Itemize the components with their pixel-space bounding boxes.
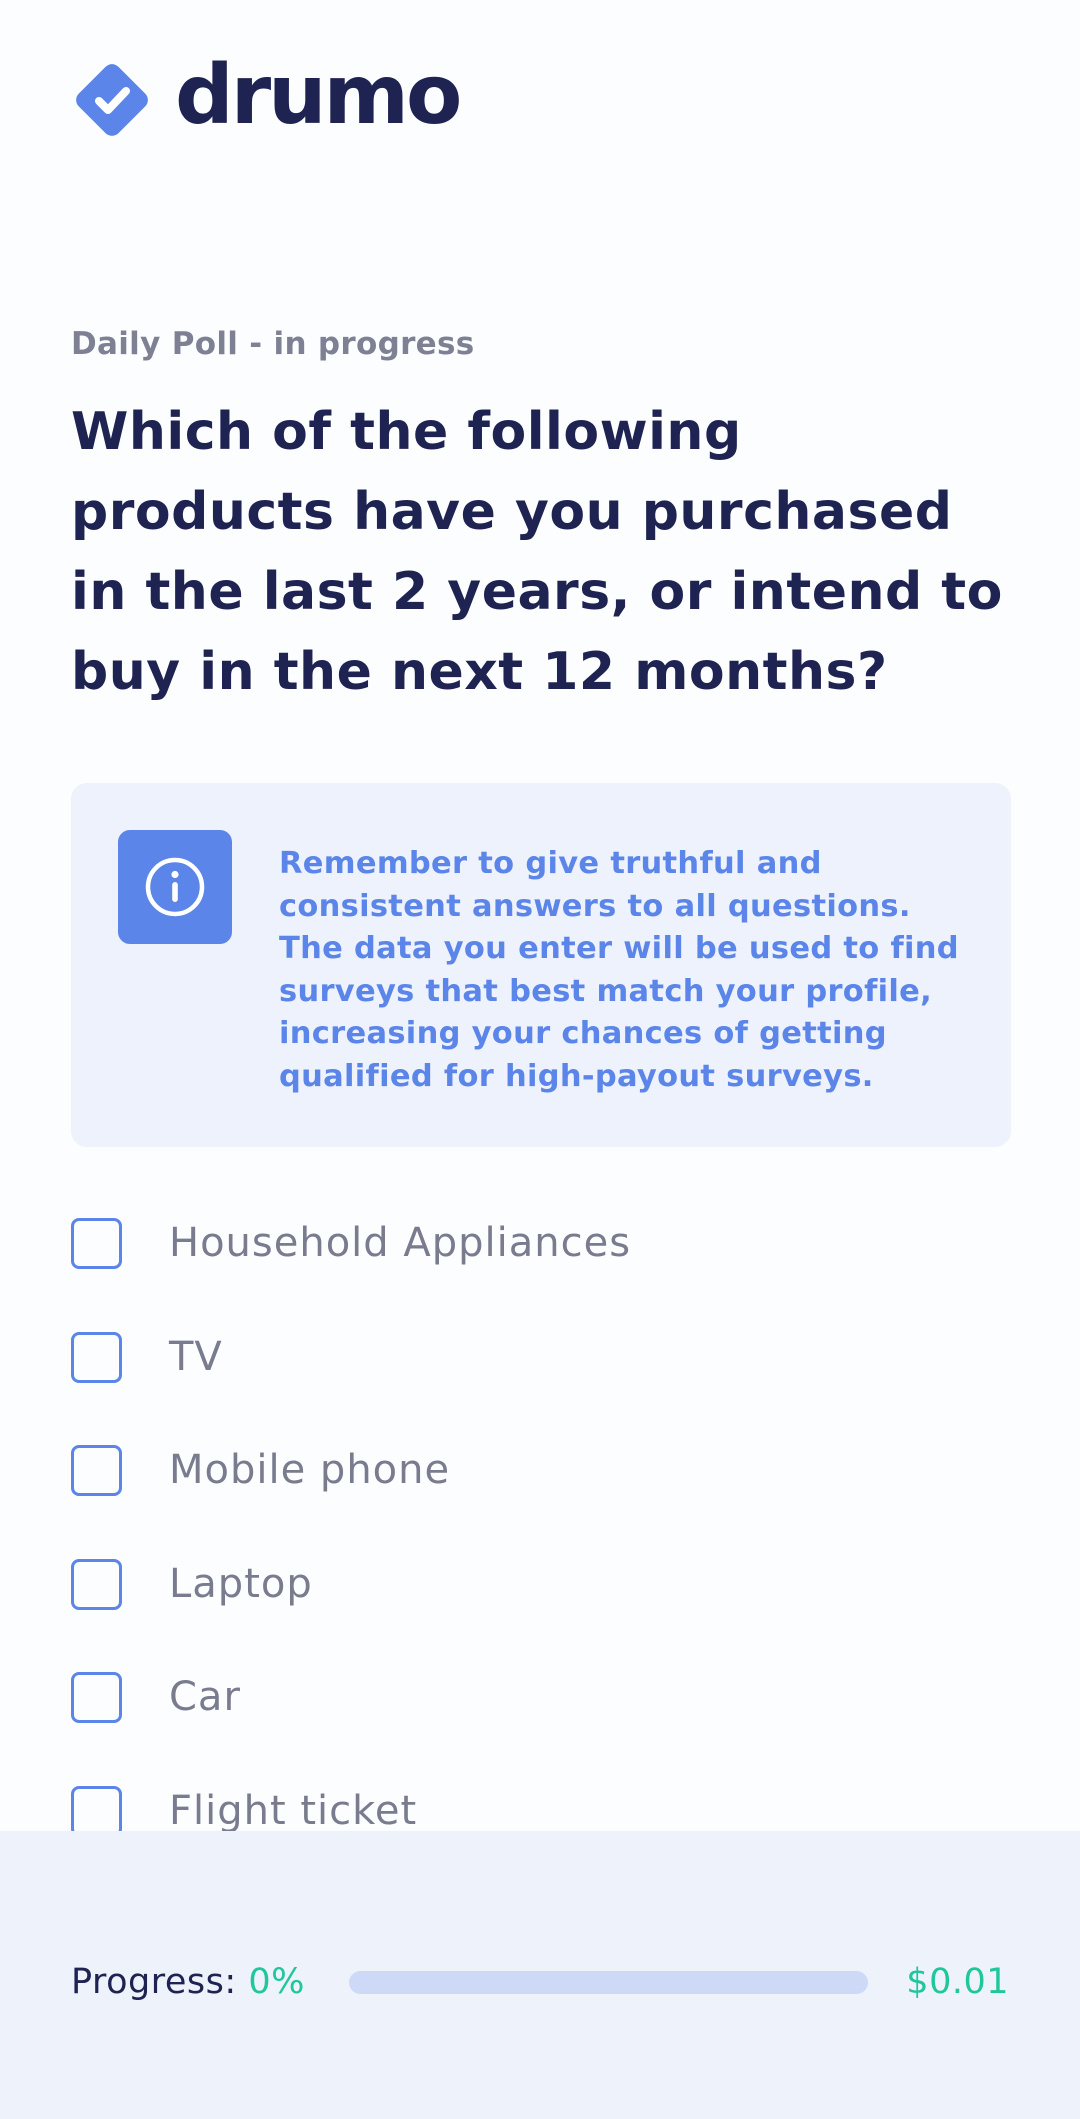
checkbox[interactable] [71,1785,122,1837]
progress-label-text: Progress: [71,1962,237,2002]
drumo-logo-icon [71,59,153,141]
answer-options: Household Appliances TV Mobile phone Lap… [71,1218,1011,1899]
checkbox[interactable] [71,1672,122,1723]
option-label: Laptop [169,1560,313,1607]
brand-name: drumo [175,48,462,143]
poll-question: Which of the following products have you… [71,402,1003,702]
checkbox[interactable] [71,1331,122,1383]
app-header: drumo [71,55,462,141]
info-icon [118,830,232,944]
option-label: Car [169,1674,241,1720]
checkbox[interactable] [71,1218,122,1269]
poll-status: Daily Poll - in progress [71,326,475,362]
option-household-appliances[interactable]: Household Appliances [71,1218,1011,1332]
option-label: Flight ticket [169,1787,418,1834]
progress-label: Progress: 0% [71,1962,305,2002]
info-notice-text: Remember to give truthful and consistent… [279,846,959,1094]
option-label: Mobile phone [169,1447,451,1493]
option-laptop[interactable]: Laptop [71,1558,1011,1673]
option-tv[interactable]: TV [71,1331,1011,1446]
checkbox[interactable] [71,1558,122,1610]
option-mobile-phone[interactable]: Mobile phone [71,1445,1011,1559]
reward-amount: $0.01 [906,1962,1009,2002]
progress-bar [349,1971,868,1994]
progress-percent: 0% [248,1962,305,2002]
option-label: Household Appliances [169,1220,632,1266]
option-car[interactable]: Car [71,1672,1011,1786]
option-label: TV [169,1333,223,1380]
info-notice: Remember to give truthful and consistent… [71,783,1011,1147]
checkbox[interactable] [71,1445,122,1496]
